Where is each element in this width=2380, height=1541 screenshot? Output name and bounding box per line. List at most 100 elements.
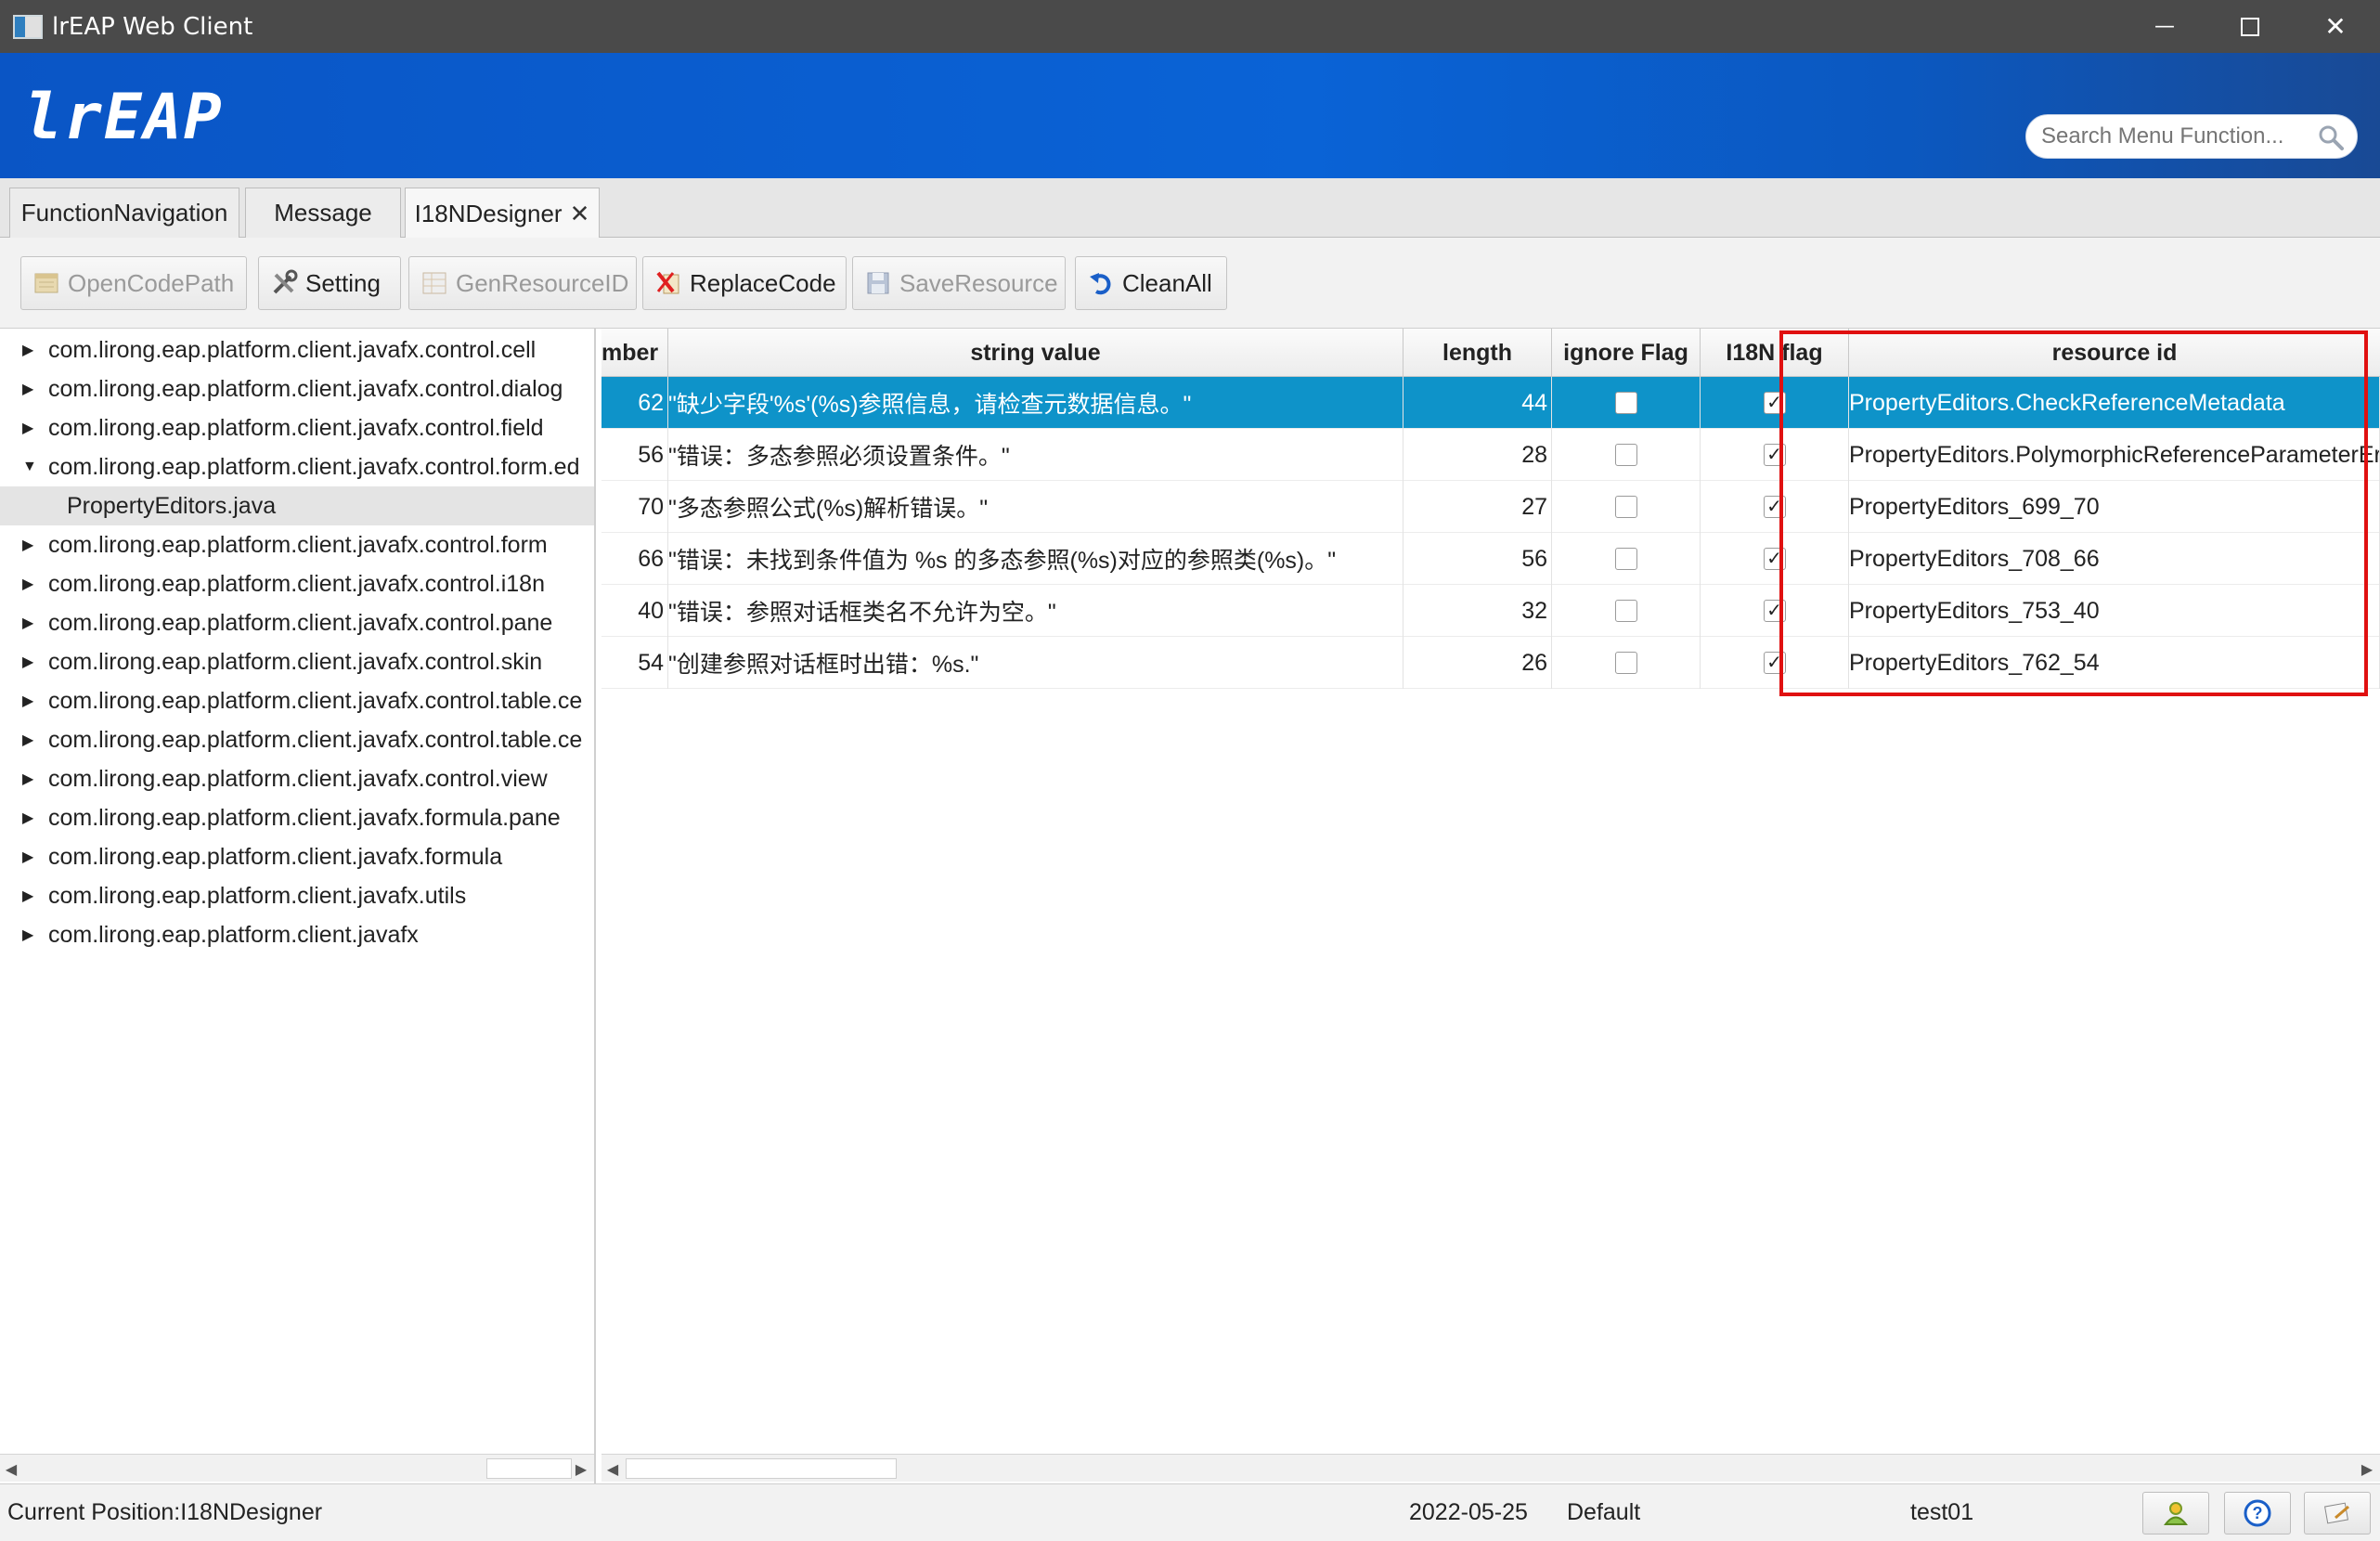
ignore-checkbox[interactable] <box>1614 652 1637 674</box>
tree-item[interactable]: ▶ com.lirong.eap.platform.client.javafx.c… <box>0 681 594 720</box>
replace-icon <box>656 271 679 294</box>
button-label: SaveResource <box>899 268 1058 297</box>
replace-code-button[interactable]: ReplaceCode <box>642 256 847 310</box>
collapse-arrow-icon[interactable]: ▼ <box>22 459 39 475</box>
expand-arrow-icon[interactable]: ▶ <box>22 575 39 593</box>
cell-length: 27 <box>1403 481 1552 533</box>
expand-arrow-icon[interactable]: ▶ <box>22 926 39 944</box>
close-window-button[interactable]: ✕ <box>2293 0 2378 53</box>
tree-item-selected-file[interactable]: PropertyEditors.java <box>0 486 594 525</box>
cell-length: 26 <box>1403 637 1552 689</box>
help-button[interactable]: ? <box>2224 1492 2291 1535</box>
cell-ignore-flag <box>1552 377 1701 429</box>
app-logo: lrEAP <box>24 81 224 154</box>
expand-arrow-icon[interactable]: ▶ <box>22 731 39 749</box>
notes-button[interactable] <box>2304 1492 2371 1535</box>
ignore-checkbox[interactable] <box>1614 444 1637 466</box>
tree-item[interactable]: ▶ com.lirong.eap.platform.client.javafx.c… <box>0 408 594 447</box>
tree-item-label: com.lirong.eap.platform.client.javafx.co… <box>48 648 543 675</box>
tree-item[interactable]: ▶ com.lirong.eap.platform.client.javafx.c… <box>0 330 594 369</box>
expand-arrow-icon[interactable]: ▶ <box>22 419 39 437</box>
tab-message[interactable]: Message <box>245 188 401 238</box>
expand-arrow-icon[interactable]: ▶ <box>22 848 39 866</box>
maximize-button[interactable] <box>2207 0 2293 53</box>
minimize-button[interactable]: — <box>2122 0 2207 53</box>
table-horizontal-scrollbar[interactable]: ◀ ▶ <box>601 1454 2380 1482</box>
tree-item[interactable]: ▶ com.lirong.eap.platform.client.javafx.c… <box>0 720 594 759</box>
cell-ignore-flag <box>1552 481 1701 533</box>
tree-item[interactable]: ▶ com.lirong.eap.platform.client.javafx.c… <box>0 564 594 603</box>
status-profile: Default <box>1567 1499 1641 1525</box>
tree-item-label: com.lirong.eap.platform.client.javafx.co… <box>48 726 583 753</box>
tree-item[interactable]: ▶ com.lirong.eap.platform.client.javafx.f… <box>0 837 594 876</box>
open-code-path-button[interactable]: OpenCodePath <box>20 256 247 310</box>
save-resource-button[interactable]: SaveResource <box>852 256 1066 310</box>
resource-id-highlight-box <box>1779 330 2368 696</box>
scroll-right-icon[interactable]: ▶ <box>572 1455 590 1483</box>
tree-item[interactable]: ▶ com.lirong.eap.platform.client.javafx.u… <box>0 876 594 915</box>
expand-arrow-icon[interactable]: ▶ <box>22 653 39 671</box>
ignore-checkbox[interactable] <box>1614 392 1637 414</box>
tree-item[interactable]: ▶ com.lirong.eap.platform.client.javafx.c… <box>0 759 594 798</box>
header-banner: lrEAP <box>0 53 2380 178</box>
expand-arrow-icon[interactable]: ▶ <box>22 770 39 788</box>
scroll-left-icon[interactable]: ◀ <box>2 1455 20 1483</box>
search-icon[interactable] <box>2318 124 2344 150</box>
scrollbar-thumb[interactable] <box>626 1458 897 1479</box>
grid-icon <box>422 272 446 294</box>
expand-arrow-icon[interactable]: ▶ <box>22 692 39 710</box>
tree-item[interactable]: ▶ com.lirong.eap.platform.client.javafx.f… <box>0 798 594 837</box>
ignore-checkbox[interactable] <box>1614 600 1637 622</box>
minimize-icon: — <box>2154 15 2175 38</box>
user-button[interactable] <box>2142 1492 2209 1535</box>
tab-i18n-designer[interactable]: I18NDesigner ✕ <box>405 188 600 239</box>
tree-item[interactable]: ▼ com.lirong.eap.platform.client.javafx.c… <box>0 447 594 486</box>
expand-arrow-icon[interactable]: ▶ <box>22 614 39 632</box>
ignore-checkbox[interactable] <box>1614 548 1637 570</box>
gen-resource-id-button[interactable]: GenResourceID <box>408 256 637 310</box>
tree-item[interactable]: ▶ com.lirong.eap.platform.client.javafx.c… <box>0 642 594 681</box>
tree-item[interactable]: ▶ com.lirong.eap.platform.client.javafx <box>0 915 594 954</box>
ignore-checkbox[interactable] <box>1614 496 1637 518</box>
folder-icon <box>34 273 58 293</box>
undo-icon <box>1090 273 1111 295</box>
search-input[interactable] <box>2041 123 2310 149</box>
tab-label: Message <box>274 199 372 227</box>
close-tab-icon[interactable]: ✕ <box>570 200 590 228</box>
expand-arrow-icon[interactable]: ▶ <box>22 341 39 359</box>
cell-ignore-flag <box>1552 637 1701 689</box>
tree-horizontal-scrollbar[interactable]: ◀ ▶ <box>0 1454 594 1482</box>
expand-arrow-icon[interactable]: ▶ <box>22 536 39 554</box>
expand-arrow-icon[interactable]: ▶ <box>22 809 39 827</box>
package-tree: ▶ com.lirong.eap.platform.client.javafx.c… <box>0 329 596 1483</box>
tree-item-label: com.lirong.eap.platform.client.javafx.co… <box>48 336 537 363</box>
column-header-string-value[interactable]: string value <box>668 329 1403 377</box>
status-bar: Current Position:I18NDesigner 2022-05-25… <box>0 1483 2380 1541</box>
search-box[interactable] <box>2025 114 2358 159</box>
tree-item[interactable]: ▶ com.lirong.eap.platform.client.javafx.c… <box>0 603 594 642</box>
cell-length: 32 <box>1403 585 1552 637</box>
cell-ignore-flag <box>1552 585 1701 637</box>
tree-item[interactable]: ▶ com.lirong.eap.platform.client.javafx.c… <box>0 525 594 564</box>
tree-item-label: com.lirong.eap.platform.client.javafx.fo… <box>48 804 561 831</box>
tab-function-navigation[interactable]: FunctionNavigation <box>9 188 239 238</box>
scrollbar-thumb[interactable] <box>486 1458 572 1479</box>
cell-number: 66 <box>601 533 668 585</box>
clean-all-button[interactable]: CleanAll <box>1075 256 1227 310</box>
cell-number: 56 <box>601 429 668 481</box>
setting-button[interactable]: Setting <box>258 256 401 310</box>
scroll-right-icon[interactable]: ▶ <box>2358 1455 2376 1483</box>
expand-arrow-icon[interactable]: ▶ <box>22 887 39 905</box>
expand-arrow-icon[interactable]: ▶ <box>22 380 39 398</box>
tools-icon <box>273 269 298 294</box>
user-icon <box>2164 1502 2188 1525</box>
tree-item[interactable]: ▶ com.lirong.eap.platform.client.javafx.c… <box>0 369 594 408</box>
column-header-length[interactable]: length <box>1403 329 1552 377</box>
tree-item-label: com.lirong.eap.platform.client.javafx <box>48 921 419 948</box>
column-header-number[interactable]: mber <box>601 329 668 377</box>
tree-item-label: com.lirong.eap.platform.client.javafx.co… <box>48 609 553 636</box>
cell-string-value: "创建参照对话框时出错：%s." <box>668 637 1403 689</box>
column-header-ignore-flag[interactable]: ignore Flag <box>1552 329 1701 377</box>
scroll-left-icon[interactable]: ◀ <box>603 1455 622 1483</box>
tree-item-label: com.lirong.eap.platform.client.javafx.co… <box>48 453 580 480</box>
